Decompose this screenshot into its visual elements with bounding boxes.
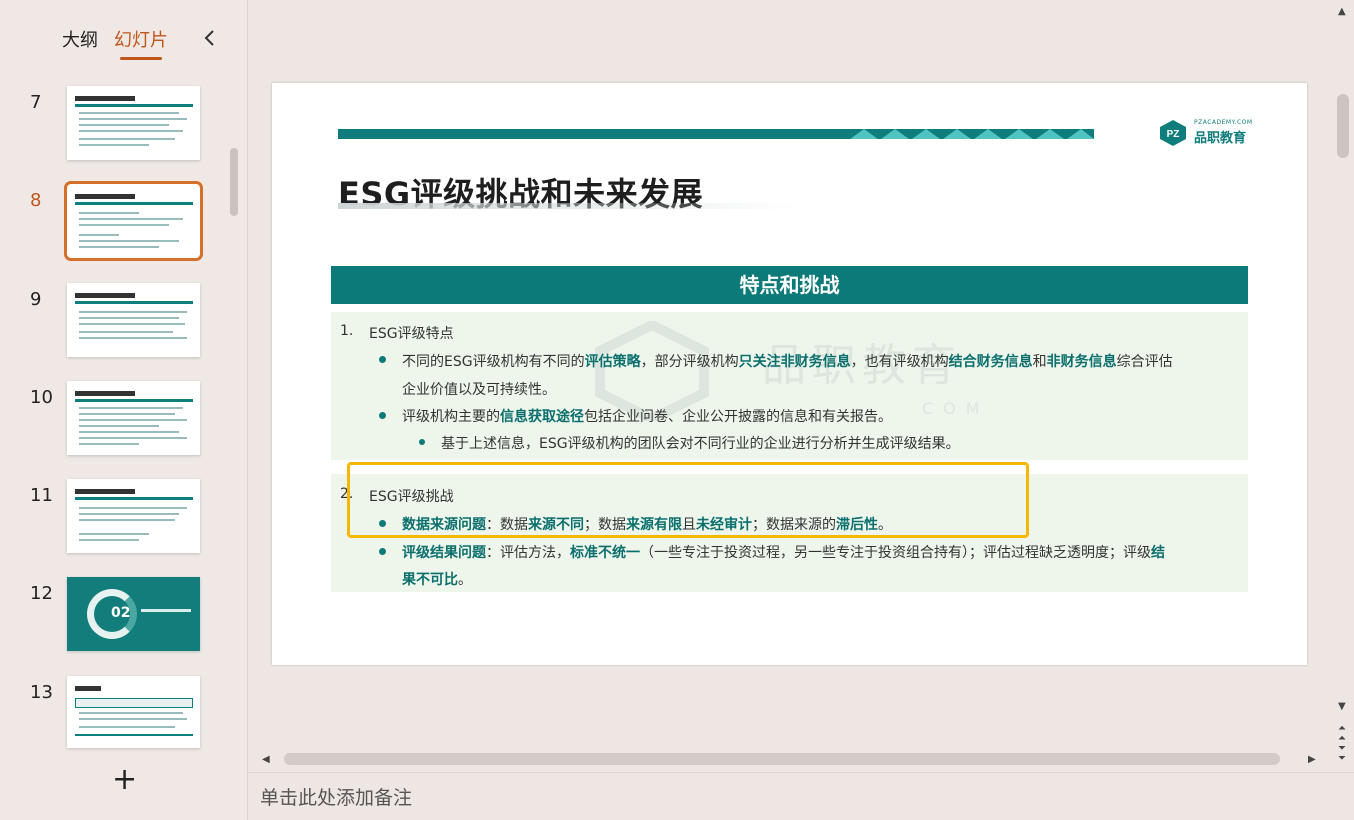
logo-url: PZACADEMY.COM bbox=[1194, 119, 1253, 126]
notes-placeholder: 单击此处添加备注 bbox=[260, 787, 413, 809]
thumbnail-number: 13 bbox=[30, 682, 53, 703]
chevron-left-icon bbox=[204, 30, 214, 46]
annotation-highlight-box bbox=[347, 462, 1029, 538]
item-title: ESG评级特点 bbox=[369, 326, 454, 342]
thumbnail-row: 7 bbox=[0, 86, 230, 162]
sub-bullet-icon bbox=[419, 439, 425, 445]
slide-thumbnail-11[interactable] bbox=[67, 479, 200, 553]
svg-text:PZ: PZ bbox=[1167, 129, 1180, 140]
list-item: 基于上述信息，ESG评级机构的团队会对不同行业的企业进行分析并生成评级结果。 bbox=[441, 436, 960, 452]
bullet-icon bbox=[379, 412, 386, 419]
thumbnail-row: 11 bbox=[0, 479, 230, 555]
slide-thumbnail-9[interactable] bbox=[67, 283, 200, 357]
panel-tabs: 大纲 幻灯片 bbox=[62, 24, 168, 60]
pz-logo-icon: PZ bbox=[1160, 120, 1186, 146]
next-slide-icon[interactable]: ⏷ ⏷ bbox=[1338, 744, 1346, 764]
thumbnail-row: 13 bbox=[0, 676, 230, 752]
notes-area[interactable]: 单击此处添加备注 bbox=[248, 772, 1354, 820]
bullet-icon bbox=[379, 356, 386, 363]
slide-thumbnail-12[interactable]: 02 bbox=[67, 577, 200, 651]
thumbnail-number: 10 bbox=[30, 387, 53, 408]
banner-triangles bbox=[850, 129, 1094, 139]
section-number: 02 bbox=[111, 605, 131, 621]
thumbnail-row: 8 bbox=[0, 181, 230, 261]
thumbnail-row: 10 bbox=[0, 381, 230, 457]
tab-outline[interactable]: 大纲 bbox=[62, 26, 98, 52]
collapse-panel-button[interactable] bbox=[200, 26, 220, 50]
list-item: 不同的ESG评级机构有不同的评估策略，部分评级机构只关注非财务信息，也有评级机构… bbox=[402, 354, 1173, 370]
scroll-down-icon[interactable]: ▼ bbox=[1338, 702, 1346, 712]
thumbnail-row: 12 02 bbox=[0, 577, 230, 653]
thumbnail-number: 9 bbox=[30, 289, 42, 310]
thumbnail-number: 12 bbox=[30, 583, 53, 604]
watermark-domain: COM bbox=[922, 399, 990, 418]
scroll-left-icon[interactable]: ◀ bbox=[262, 754, 270, 765]
thumbnail-scrollbar[interactable] bbox=[230, 148, 238, 216]
horizontal-scrollbar[interactable] bbox=[284, 753, 1280, 765]
logo-brand: 品职教育 bbox=[1194, 131, 1247, 146]
slide-thumbnail-13[interactable] bbox=[67, 676, 200, 748]
title-underline bbox=[338, 203, 798, 209]
list-item-continued: 果不可比。 bbox=[402, 572, 472, 588]
list-item: 评级结果问题：评估方法，标准不统一（一些专注于投资过程，另一些专注于投资组合持有… bbox=[402, 545, 1165, 561]
add-slide-button[interactable]: + bbox=[112, 765, 137, 795]
slide-panel: 大纲 幻灯片 7 8 9 10 11 12 02 13 + bbox=[0, 0, 248, 820]
banner-bar bbox=[338, 129, 862, 139]
list-item-continued: 企业价值以及可持续性。 bbox=[402, 382, 556, 398]
slide-canvas[interactable]: PZ PZACADEMY.COM 品职教育 ESG评级挑战和未来发展 特点和挑战… bbox=[272, 83, 1307, 665]
scroll-right-icon[interactable]: ▶ bbox=[1308, 754, 1316, 765]
vertical-scrollbar[interactable] bbox=[1337, 94, 1349, 158]
section-header: 特点和挑战 bbox=[331, 266, 1248, 304]
thumbnail-row: 9 bbox=[0, 283, 230, 359]
thumbnail-number: 11 bbox=[30, 485, 53, 506]
previous-slide-icon[interactable]: ⏶ ⏶ bbox=[1338, 724, 1346, 744]
thumbnail-number: 7 bbox=[30, 92, 42, 113]
thumbnail-number: 8 bbox=[30, 190, 42, 211]
tab-slides[interactable]: 幻灯片 bbox=[114, 26, 168, 60]
slide-thumbnail-8[interactable] bbox=[64, 181, 203, 261]
brand-logo: PZ PZACADEMY.COM 品职教育 bbox=[1158, 117, 1252, 149]
slide-thumbnail-10[interactable] bbox=[67, 381, 200, 455]
list-item: 评级机构主要的信息获取途径包括企业问卷、企业公开披露的信息和有关报告。 bbox=[402, 409, 892, 425]
item-number: 1. bbox=[340, 323, 354, 339]
bullet-icon bbox=[379, 548, 386, 555]
scroll-up-icon[interactable]: ▲ bbox=[1338, 6, 1346, 17]
slide-thumbnail-7[interactable] bbox=[67, 86, 200, 160]
